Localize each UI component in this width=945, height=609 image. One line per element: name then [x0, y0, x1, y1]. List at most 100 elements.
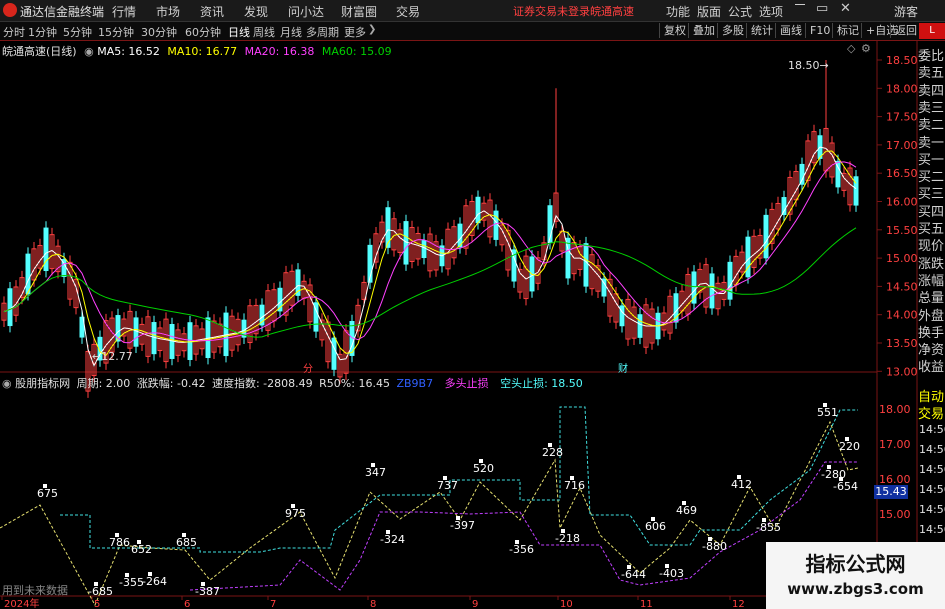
- quote-row-label[interactable]: 净资: [918, 339, 945, 358]
- indicator-value-label: -654: [833, 480, 858, 493]
- quote-row-label[interactable]: 卖四: [918, 80, 945, 99]
- current-value-badge: 15.43: [874, 485, 908, 499]
- candle-body: [637, 314, 643, 338]
- quote-row-label[interactable]: 现价: [918, 235, 945, 254]
- time-tick-label: 10: [560, 599, 573, 609]
- price-tick-label: 18.50: [886, 54, 918, 67]
- quote-row-label[interactable]: 卖三: [918, 97, 945, 116]
- indicator-time-tick: 14:56: [919, 443, 945, 456]
- time-tick-label: 11: [640, 599, 653, 609]
- indicator-time-tick: 14:56: [919, 523, 945, 536]
- kline-chart[interactable]: 18.50 18.00 17.50 17.00 16.50 16.00 15.50 15.00…: [0, 0, 945, 609]
- indicator-value-label: -855: [756, 521, 781, 534]
- indicator-speed: 速度指数: -2808.49: [211, 377, 313, 390]
- watermark-title: 指标公式网: [805, 552, 906, 576]
- indicator-value-label: 652: [131, 543, 152, 556]
- candle-body: [7, 288, 13, 327]
- quote-row-label[interactable]: 买一: [918, 149, 945, 168]
- indicator-value-label: 469: [676, 504, 697, 517]
- ma10-label: MA10: 16.77: [167, 45, 238, 58]
- indicator-r50: R50%: 16.45: [319, 377, 390, 390]
- indicator-price-tick: 15.00: [879, 508, 911, 521]
- time-tick-label: 7: [270, 599, 276, 609]
- time-tick-label: 5: [94, 599, 100, 609]
- auto-trade-label[interactable]: 交易: [918, 403, 945, 422]
- indicator-value-label: 786: [109, 536, 130, 549]
- quote-row-label[interactable]: 总量: [918, 287, 945, 306]
- indicator-value-label: -324: [380, 533, 405, 546]
- indicator-legend: ◉ 股朋指标网 周期: 2.00 涨跌幅: -0.42 速度指数: -2808.…: [2, 375, 583, 391]
- time-tick-label: 9: [472, 599, 478, 609]
- indicator-period: 周期: 2.00: [76, 377, 131, 390]
- indicator-time-tick: 14:56: [919, 503, 945, 516]
- ma5-label: MA5: 16.52: [97, 45, 160, 58]
- short-stop-label: 空头止损: 18.50: [500, 377, 583, 390]
- indicator-value-label: 520: [473, 462, 494, 475]
- candle-body: [475, 196, 481, 224]
- low-price-label: ←12.77: [92, 350, 133, 363]
- indicator-value-label: -356: [509, 543, 534, 556]
- indicator-value-label: -387: [195, 585, 220, 598]
- quote-row-label[interactable]: 卖一: [918, 132, 945, 151]
- candlesticks: [1, 60, 859, 398]
- indicator-time-tick: 14:56: [919, 423, 945, 436]
- indicator-value-label: -218: [555, 532, 580, 545]
- indicator-value-label: 975: [285, 507, 306, 520]
- legend-toggle-icon[interactable]: ◉: [2, 377, 12, 390]
- event-marker-dividend[interactable]: 分: [303, 360, 313, 375]
- price-tick-label: 17.50: [886, 111, 918, 124]
- watermark-url: www.zbgs3.com: [787, 580, 924, 598]
- time-axis: 2024年 5 6 7 8 9 10 11 12: [1, 596, 745, 609]
- legend-toggle-icon[interactable]: ◉: [84, 45, 94, 58]
- ma60-label: MA60: 15.09: [321, 45, 392, 58]
- event-marker-finance[interactable]: 财: [618, 360, 628, 375]
- candle-body: [799, 163, 805, 185]
- quote-row-label[interactable]: 涨跌: [918, 253, 945, 272]
- indicator-value-label: 737: [437, 479, 458, 492]
- quote-row-label[interactable]: 涨幅: [918, 270, 945, 289]
- time-tick-label: 6: [184, 599, 190, 609]
- diamond-icon[interactable]: ◇: [847, 42, 855, 55]
- price-axis: 18.50 18.00 17.50 17.00 16.50 16.00 15.50 15.00…: [877, 54, 918, 378]
- candle-body: [727, 261, 733, 300]
- quote-row-label[interactable]: 外盘: [918, 305, 945, 324]
- watermark: 指标公式网 www.zbgs3.com: [766, 542, 945, 609]
- indicator-price-tick: 17.00: [879, 438, 911, 451]
- indicator-value-label: -880: [702, 540, 727, 553]
- quote-row-label[interactable]: 卖五: [918, 62, 945, 81]
- price-tick-label: 18.00: [886, 82, 918, 95]
- indicator-price-tick: 18.00: [879, 403, 911, 416]
- candle-body: [133, 317, 139, 347]
- quote-row-label[interactable]: 收益: [918, 356, 945, 375]
- indicator-value-label: 220: [839, 440, 860, 453]
- candle-body: [25, 253, 31, 295]
- quote-row-label[interactable]: 买二: [918, 166, 945, 185]
- ma20-label: MA20: 16.38: [244, 45, 315, 58]
- indicator-change: 涨跌幅: -0.42: [136, 377, 206, 390]
- quote-row-label[interactable]: 买五: [918, 218, 945, 237]
- indicator-value-label: -403: [659, 567, 684, 580]
- price-tick-label: 15.00: [886, 252, 918, 265]
- quote-row-label[interactable]: 换手: [918, 322, 945, 341]
- quote-row-label[interactable]: 委比: [918, 45, 945, 64]
- quote-row-label[interactable]: 买三: [918, 183, 945, 202]
- price-tick-label: 14.00: [886, 309, 918, 322]
- indicator-time-tick: 14:56: [919, 463, 945, 476]
- high-price-label: 18.50→: [788, 59, 829, 72]
- settings-icon[interactable]: ⚙: [861, 42, 871, 55]
- quote-row-label[interactable]: 卖二: [918, 114, 945, 133]
- time-tick-label: 12: [732, 599, 745, 609]
- price-tick-label: 16.50: [886, 167, 918, 180]
- price-tick-label: 17.00: [886, 139, 918, 152]
- candle-body: [331, 337, 337, 370]
- price-tick-label: 13.00: [886, 365, 918, 378]
- indicator-value-label: -397: [450, 519, 475, 532]
- indicator-value-label: 675: [37, 487, 58, 500]
- candle-body: [709, 273, 715, 309]
- candle-body: [493, 210, 499, 240]
- candle-body: [421, 240, 427, 259]
- long-stop-label: 多头止损: [444, 377, 489, 390]
- candle-body: [763, 214, 769, 259]
- time-tick-label: 2024年: [4, 597, 39, 609]
- quote-row-label[interactable]: 买四: [918, 201, 945, 220]
